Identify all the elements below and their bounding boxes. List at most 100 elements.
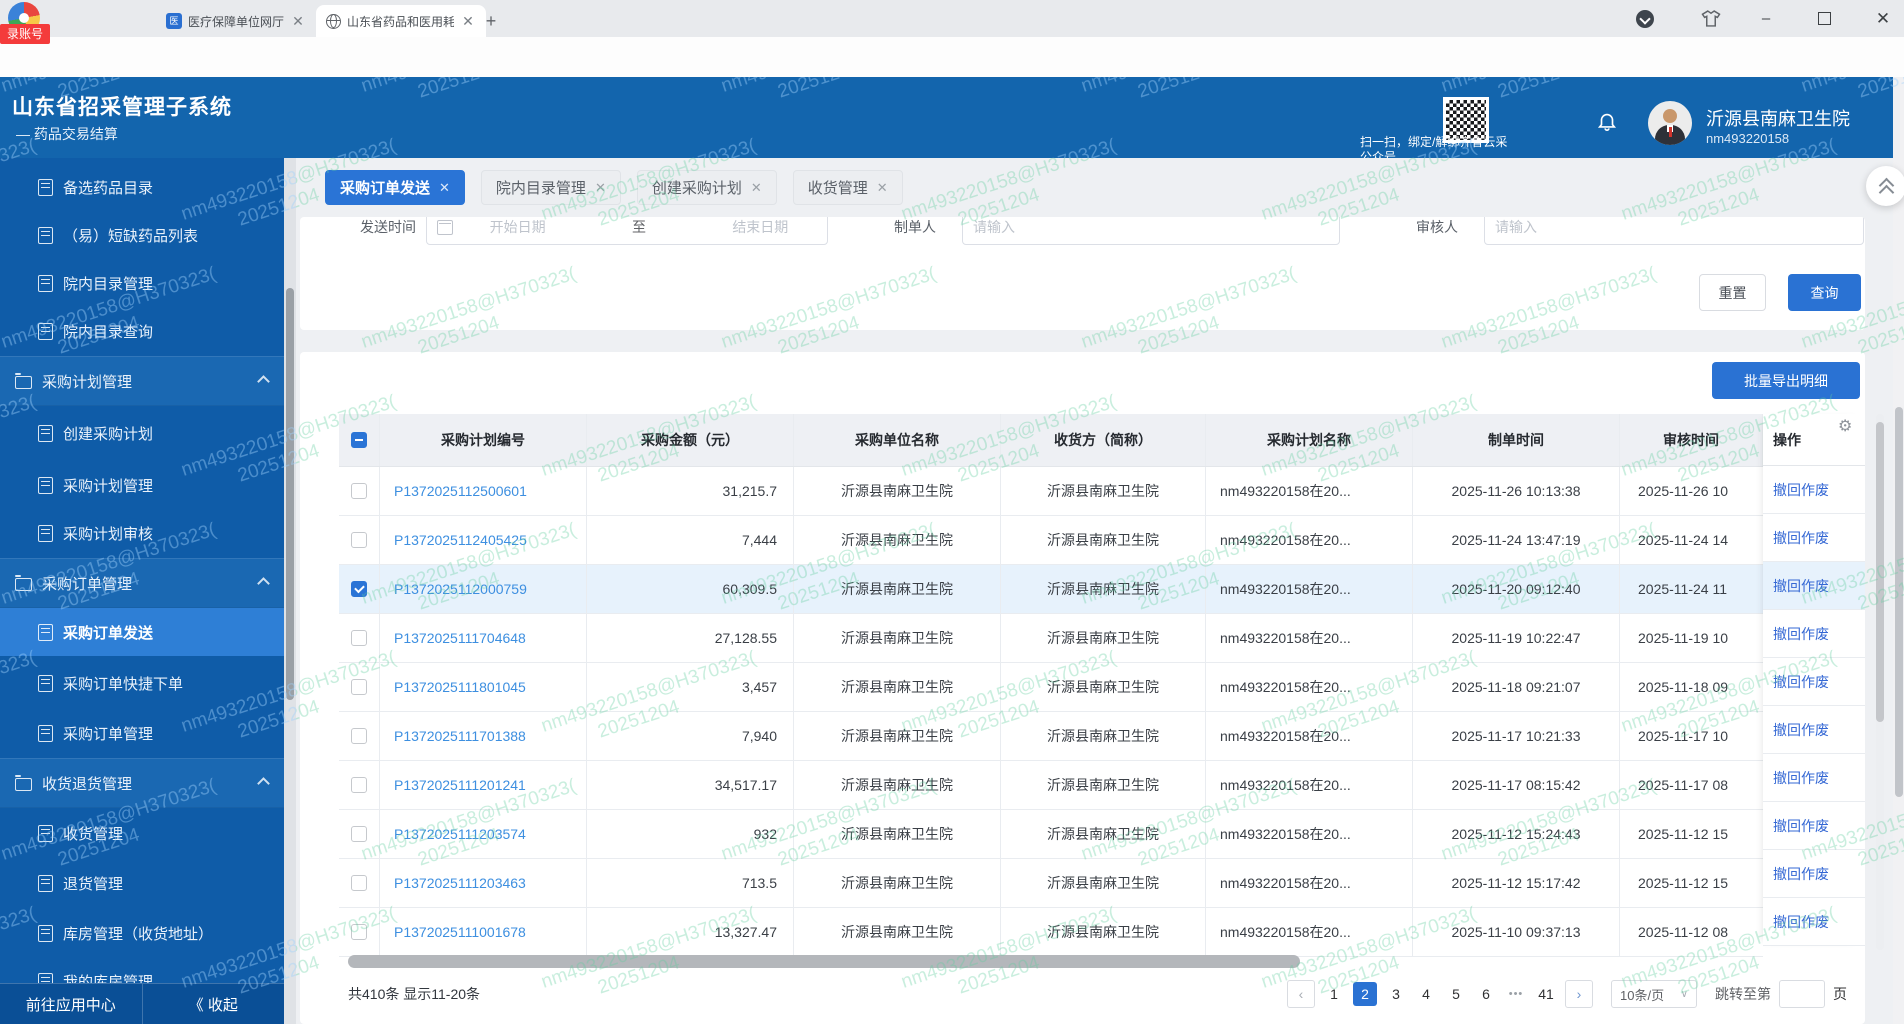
plan-no-link[interactable]: P1372025111704648: [380, 614, 587, 662]
sidebar-item-4[interactable]: 采购计划管理: [0, 356, 284, 406]
withdraw-void-link[interactable]: 撤回作废: [1773, 768, 1829, 788]
table-hscrollbar-thumb[interactable]: [348, 955, 1300, 968]
workspace-tab-1[interactable]: 院内目录管理✕: [481, 170, 621, 205]
withdraw-void-link[interactable]: 撤回作废: [1773, 624, 1829, 644]
new-tab-button[interactable]: +: [478, 8, 504, 34]
filter-input-2[interactable]: 请输入: [1484, 217, 1864, 245]
page-size-select[interactable]: 10条/页∨: [1611, 980, 1697, 1008]
jump-page-input[interactable]: [1779, 980, 1825, 1008]
table-panel: 批量导出明细 采购计划编号采购金额（元）采购单位名称收货方（简称）采购计划名称制…: [300, 352, 1865, 1024]
sidebar-item-14[interactable]: 退货管理: [0, 859, 284, 907]
browser-tab-0[interactable]: 医医疗保障单位网厅✕: [156, 5, 316, 37]
sidebar-item-1[interactable]: （易）短缺药品列表: [0, 211, 284, 259]
create-time-cell: 2025-11-12 15:17:42: [1413, 859, 1620, 907]
window-close-button[interactable]: ✕: [1862, 0, 1904, 37]
plan-no-link[interactable]: P1372025111203574: [380, 810, 587, 858]
plan-no-link[interactable]: P1372025111801045: [380, 663, 587, 711]
workspace-tab-2[interactable]: 创建采购计划✕: [637, 170, 777, 205]
withdraw-void-link[interactable]: 撤回作废: [1773, 720, 1829, 740]
workspace-tab-close-icon[interactable]: ✕: [439, 180, 450, 196]
browser-tab-1[interactable]: 山东省药品和医用耗材招采管✕: [316, 5, 486, 37]
page-scrollbar-thumb[interactable]: [1895, 407, 1903, 797]
withdraw-void-link[interactable]: 撤回作废: [1773, 672, 1829, 692]
withdraw-void-link[interactable]: 撤回作废: [1773, 480, 1829, 500]
plan-no-link[interactable]: P1372025112405425: [380, 516, 587, 564]
row-checkbox[interactable]: [351, 532, 367, 548]
workspace-tab-close-icon[interactable]: ✕: [751, 180, 762, 196]
withdraw-void-link[interactable]: 撤回作废: [1773, 576, 1829, 596]
prev-page-button[interactable]: ‹: [1287, 980, 1315, 1008]
plan-no-link[interactable]: P1372025111001678: [380, 908, 587, 956]
page-number-3[interactable]: 3: [1385, 982, 1407, 1006]
user-avatar[interactable]: [1648, 101, 1692, 145]
page-number-5[interactable]: 5: [1445, 982, 1467, 1006]
workspace-tab-3[interactable]: 收货管理✕: [793, 170, 903, 205]
sidebar-item-11[interactable]: 采购订单管理: [0, 709, 284, 757]
collapse-sidebar-button[interactable]: 《 收起: [142, 984, 285, 1024]
page-number-4[interactable]: 4: [1415, 982, 1437, 1006]
select-all-checkbox[interactable]: [351, 432, 367, 448]
plan-no-link[interactable]: P1372025112000759: [380, 565, 587, 613]
page-number-1[interactable]: 1: [1323, 982, 1345, 1006]
row-checkbox[interactable]: [351, 777, 367, 793]
plan-no-link[interactable]: P1372025111701388: [380, 712, 587, 760]
workspace-tab-close-icon[interactable]: ✕: [877, 180, 888, 196]
workspace-tab-close-icon[interactable]: ✕: [595, 180, 606, 196]
login-account-badge[interactable]: 录账号: [0, 24, 50, 44]
sidebar-item-7[interactable]: 采购计划审核: [0, 509, 284, 557]
row-checkbox[interactable]: [351, 875, 367, 891]
table-hscrollbar[interactable]: [348, 955, 1718, 968]
sidebar-item-3[interactable]: 院内目录查询: [0, 307, 284, 355]
plan-no-link[interactable]: P1372025111203463: [380, 859, 587, 907]
sidebar-item-13[interactable]: 收货管理: [0, 809, 284, 857]
sidebar-item-2[interactable]: 院内目录管理: [0, 259, 284, 307]
page-number-6[interactable]: 6: [1475, 982, 1497, 1006]
reset-button[interactable]: 重置: [1699, 274, 1766, 311]
withdraw-void-link[interactable]: 撤回作废: [1773, 528, 1829, 548]
sidebar-item-6[interactable]: 采购计划管理: [0, 461, 284, 509]
notification-bell-icon[interactable]: [1596, 110, 1618, 137]
skin-theme-icon[interactable]: [1698, 0, 1724, 37]
row-checkbox[interactable]: [351, 581, 367, 597]
sidebar-item-15[interactable]: 库房管理（收货地址）: [0, 909, 284, 957]
sidebar-item-0[interactable]: 备选药品目录: [0, 163, 284, 211]
plan-no-link[interactable]: P1372025112500601: [380, 467, 587, 515]
workspace-tab-0[interactable]: 采购订单发送✕: [325, 170, 465, 205]
collapse-top-button[interactable]: [1866, 166, 1904, 206]
search-button[interactable]: 查询: [1788, 274, 1861, 311]
sidebar-item-5[interactable]: 创建采购计划: [0, 409, 284, 457]
tab-close-icon[interactable]: ✕: [460, 13, 476, 30]
sidebar-scrollbar-thumb[interactable]: [286, 288, 294, 700]
page-number-41[interactable]: 41: [1535, 982, 1557, 1006]
withdraw-void-link[interactable]: 撤回作废: [1773, 816, 1829, 836]
row-checkbox[interactable]: [351, 728, 367, 744]
page-number-2[interactable]: 2: [1353, 982, 1377, 1006]
sidebar-item-12[interactable]: 收货退货管理: [0, 758, 284, 808]
sidebar-scrollbar[interactable]: [284, 158, 296, 1024]
table-vscrollbar-thumb[interactable]: [1876, 422, 1884, 722]
row-checkbox[interactable]: [351, 483, 367, 499]
go-app-center-button[interactable]: 前往应用中心: [0, 984, 142, 1024]
page-scrollbar[interactable]: [1893, 77, 1904, 1024]
row-checkbox[interactable]: [351, 924, 367, 940]
withdraw-void-link[interactable]: 撤回作废: [1773, 864, 1829, 884]
filter-input-1[interactable]: 请输入: [962, 217, 1340, 245]
window-minimize-button[interactable]: –: [1746, 0, 1786, 37]
row-checkbox[interactable]: [351, 630, 367, 646]
plan-no-link[interactable]: P1372025111201241: [380, 761, 587, 809]
tab-close-icon[interactable]: ✕: [290, 13, 306, 30]
table-vscrollbar[interactable]: [1876, 414, 1884, 950]
tab-title: 医疗保障单位网厅: [188, 13, 284, 30]
row-checkbox[interactable]: [351, 826, 367, 842]
next-page-button[interactable]: ›: [1565, 980, 1593, 1008]
account-circle-icon[interactable]: [1633, 0, 1657, 37]
column-settings-gear-icon[interactable]: ⚙: [1838, 416, 1852, 436]
filter-input-0[interactable]: 开始日期至结束日期: [426, 217, 828, 245]
batch-export-button[interactable]: 批量导出明细: [1712, 362, 1860, 399]
sidebar-item-8[interactable]: 采购订单管理: [0, 558, 284, 608]
sidebar-item-10[interactable]: 采购订单快捷下单: [0, 659, 284, 707]
sidebar-item-9[interactable]: 采购订单发送: [0, 608, 284, 656]
window-maximize-button[interactable]: [1804, 0, 1844, 37]
withdraw-void-link[interactable]: 撤回作废: [1773, 912, 1829, 932]
row-checkbox[interactable]: [351, 679, 367, 695]
